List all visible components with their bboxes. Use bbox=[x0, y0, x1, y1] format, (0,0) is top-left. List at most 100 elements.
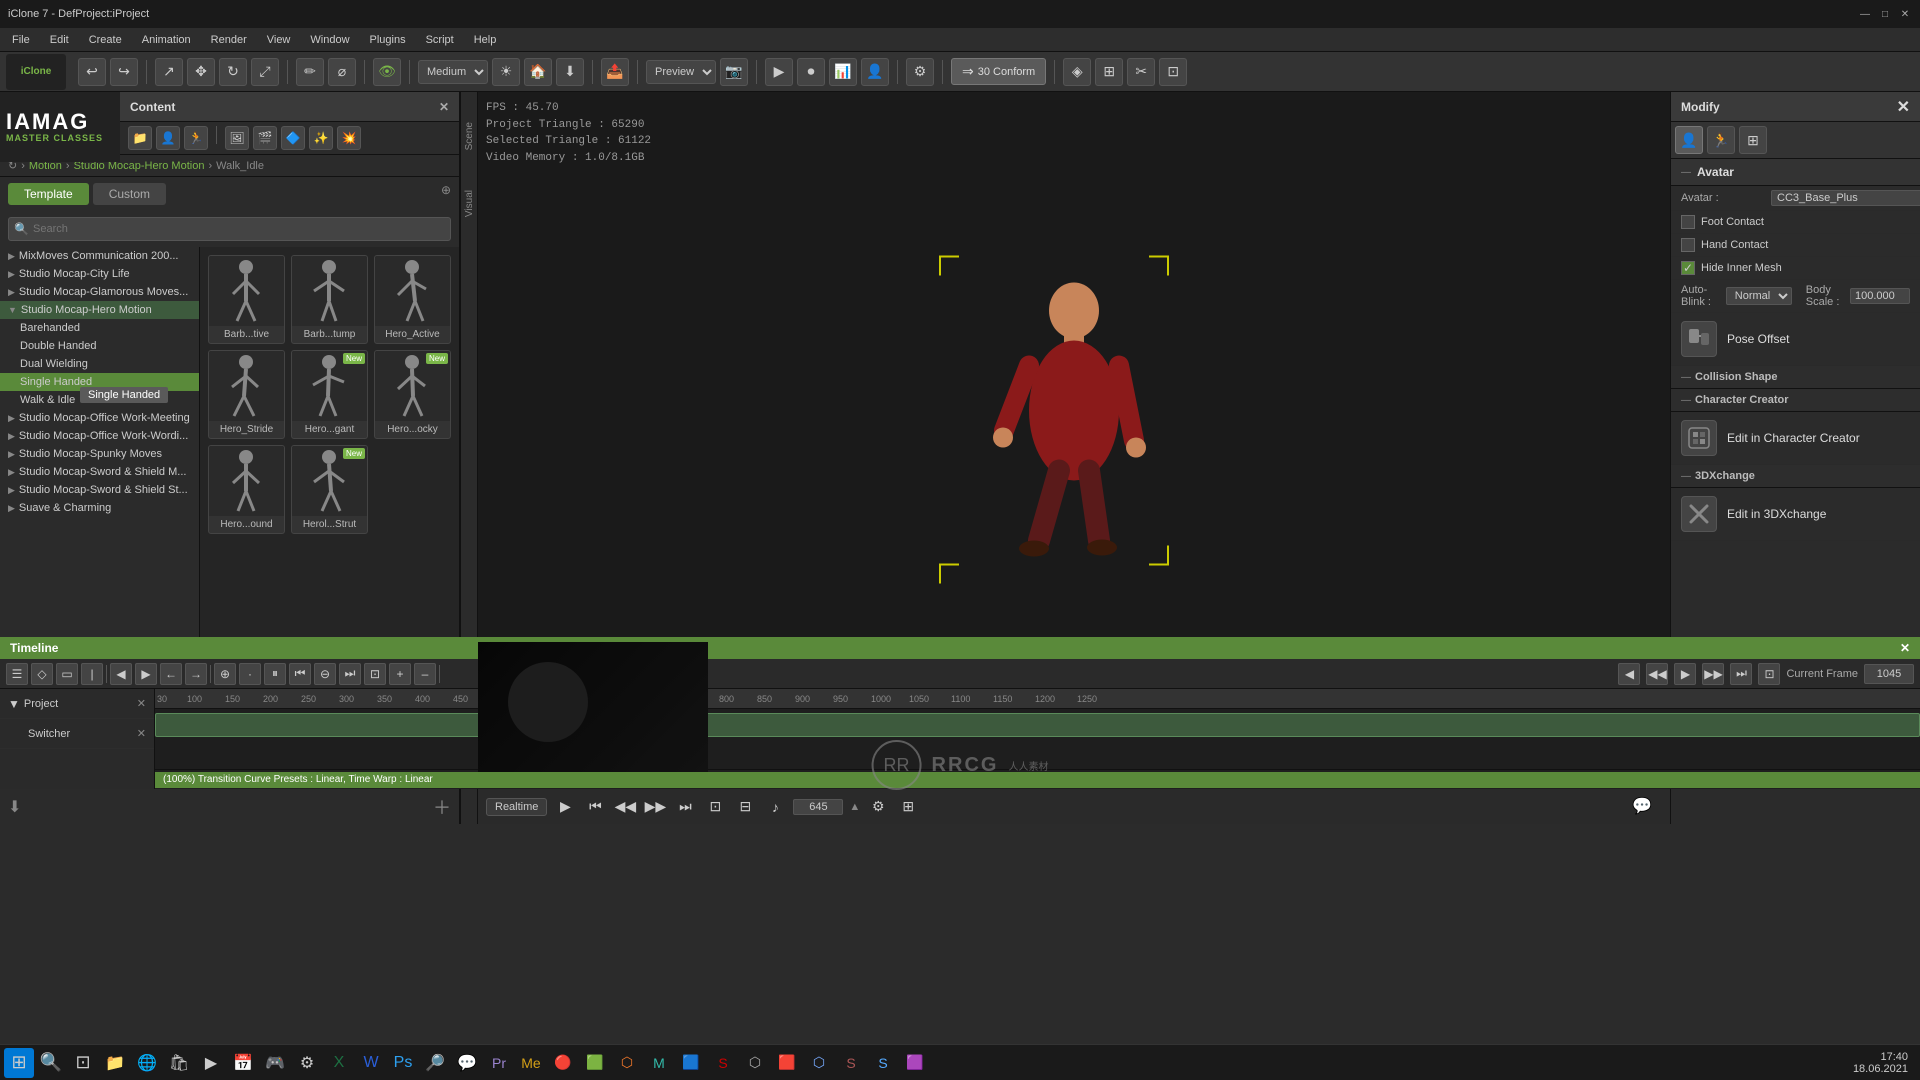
mod-tab-grid[interactable]: ⊞ bbox=[1739, 126, 1767, 154]
quality-select[interactable]: Medium bbox=[418, 60, 488, 84]
extra1-btn[interactable]: ◈ bbox=[1063, 58, 1091, 86]
maximize-button[interactable]: □ bbox=[1878, 7, 1892, 21]
next-end-button[interactable]: ⏭ bbox=[673, 795, 697, 819]
search-tb-icon[interactable]: 🔍 bbox=[36, 1048, 66, 1078]
conform-button[interactable]: ⇒ 30 Conform bbox=[951, 58, 1046, 85]
body-scale-value[interactable] bbox=[1850, 288, 1910, 304]
photoshop-icon[interactable]: Ps bbox=[388, 1048, 418, 1078]
right-panel-close[interactable]: ✕ bbox=[1897, 97, 1910, 117]
grid-item-herround[interactable]: Hero...ound bbox=[208, 445, 285, 534]
hand-contact-checkbox[interactable] bbox=[1681, 238, 1695, 252]
redo-button[interactable]: ↪ bbox=[110, 58, 138, 86]
particle-icon[interactable]: ✨ bbox=[309, 126, 333, 150]
tl-zoom-in[interactable]: ⊕ bbox=[214, 663, 236, 685]
draw-tool[interactable]: ✏ bbox=[296, 58, 324, 86]
tl-zoom-out[interactable]: ⊖ bbox=[314, 663, 336, 685]
tl-clip-btn[interactable]: ▭ bbox=[56, 663, 78, 685]
tl-end-btn[interactable]: ⏭ bbox=[339, 663, 361, 685]
menu-help[interactable]: Help bbox=[470, 32, 501, 48]
menu-file[interactable]: File bbox=[8, 32, 34, 48]
media-encoder-icon[interactable]: Me bbox=[516, 1048, 546, 1078]
media-icon[interactable]: ▶ bbox=[196, 1048, 226, 1078]
search-input[interactable] bbox=[8, 217, 451, 241]
filter-icon[interactable]: ⊕ bbox=[441, 183, 451, 205]
view-eye[interactable]: 👁 bbox=[373, 58, 401, 86]
motion-icon[interactable]: 🏃 bbox=[184, 126, 208, 150]
menu-render[interactable]: Render bbox=[207, 32, 251, 48]
record-btn[interactable]: ⏺ bbox=[797, 58, 825, 86]
content-close[interactable]: ✕ bbox=[439, 100, 449, 114]
visual-vtab[interactable]: Visual bbox=[464, 190, 475, 217]
timeline-close[interactable]: ✕ bbox=[1900, 641, 1910, 655]
tree-item-office-meeting[interactable]: ▶ Studio Mocap-Office Work-Meeting bbox=[0, 409, 199, 427]
tl-add-key-btn[interactable]: + bbox=[389, 663, 411, 685]
tree-item-doublehanded[interactable]: Double Handed bbox=[0, 337, 199, 355]
next-frame-button[interactable]: ▶▶ bbox=[643, 795, 667, 819]
current-frame-input[interactable] bbox=[1864, 664, 1914, 684]
app4-icon[interactable]: S bbox=[708, 1048, 738, 1078]
export-btn[interactable]: 📤 bbox=[601, 58, 629, 86]
tl-dot[interactable]: · bbox=[239, 663, 261, 685]
mod-tab-avatar[interactable]: 👤 bbox=[1675, 126, 1703, 154]
avatar-value[interactable] bbox=[1771, 190, 1920, 206]
project-clip[interactable] bbox=[155, 713, 1920, 737]
auto-blink-select[interactable]: Normal bbox=[1726, 287, 1792, 305]
hide-inner-mesh-checkbox[interactable]: ✓ bbox=[1681, 261, 1695, 275]
excel-icon[interactable]: X bbox=[324, 1048, 354, 1078]
game-btn[interactable]: ▶ bbox=[765, 58, 793, 86]
tl-key-btn[interactable]: ◇ bbox=[31, 663, 53, 685]
tl-next-frame2[interactable]: ▶▶ bbox=[1702, 663, 1724, 685]
tl-menu-btn[interactable]: ☰ bbox=[6, 663, 28, 685]
close-button[interactable]: ✕ bbox=[1898, 7, 1912, 21]
chat-icon[interactable]: 💬 bbox=[1632, 796, 1652, 816]
tree-item-spunky[interactable]: ▶ Studio Mocap-Spunky Moves bbox=[0, 445, 199, 463]
xbox-icon[interactable]: 🎮 bbox=[260, 1048, 290, 1078]
folder-icon[interactable]: 📁 bbox=[128, 126, 152, 150]
tree-item-dualwielding[interactable]: Dual Wielding bbox=[0, 355, 199, 373]
app5-icon[interactable]: ⬡ bbox=[740, 1048, 770, 1078]
windows-icon[interactable]: ⊞ bbox=[4, 1048, 34, 1078]
blender-icon[interactable]: ⬡ bbox=[612, 1048, 642, 1078]
app8-icon[interactable]: S bbox=[836, 1048, 866, 1078]
chart-btn[interactable]: 📊 bbox=[829, 58, 857, 86]
tree-item-citylife[interactable]: ▶ Studio Mocap-City Life bbox=[0, 265, 199, 283]
search2-icon[interactable]: 🔎 bbox=[420, 1048, 450, 1078]
menu-edit[interactable]: Edit bbox=[46, 32, 73, 48]
settings-vp-button[interactable]: ⚙ bbox=[866, 795, 890, 819]
camera2-btn[interactable]: 📷 bbox=[720, 58, 748, 86]
project-close-icon[interactable]: ✕ bbox=[137, 697, 146, 710]
grid-item-heroocky[interactable]: New bbox=[374, 350, 451, 439]
menu-animation[interactable]: Animation bbox=[138, 32, 195, 48]
light-btn[interactable]: ☀ bbox=[492, 58, 520, 86]
collision-section-header[interactable]: — Collision Shape bbox=[1671, 366, 1920, 389]
tl-prev-btn[interactable]: ◀ bbox=[110, 663, 132, 685]
realtime-button[interactable]: Realtime bbox=[486, 798, 547, 816]
tree-item-suave[interactable]: ▶ Suave & Charming bbox=[0, 499, 199, 517]
3dx-section-header[interactable]: — 3DXchange bbox=[1671, 465, 1920, 488]
grid-item-herogant[interactable]: New bbox=[291, 350, 368, 439]
tl-prev2-btn[interactable]: ⏮ bbox=[289, 663, 311, 685]
grid-item-herostride[interactable]: Hero_Stride bbox=[208, 350, 285, 439]
extra4-btn[interactable]: ⊡ bbox=[1159, 58, 1187, 86]
task-view-icon[interactable]: ⊡ bbox=[68, 1048, 98, 1078]
minimize-button[interactable]: — bbox=[1858, 7, 1872, 21]
browser-icon[interactable]: 🌐 bbox=[132, 1048, 162, 1078]
grid-item-barbtive[interactable]: Barb...tive bbox=[208, 255, 285, 344]
avatar-section-header[interactable]: — Avatar bbox=[1671, 159, 1920, 186]
window-controls[interactable]: — □ ✕ bbox=[1858, 7, 1912, 21]
mod-tab-motion[interactable]: 🏃 bbox=[1707, 126, 1735, 154]
move-tool[interactable]: ✥ bbox=[187, 58, 215, 86]
tree-item-sword-s[interactable]: ▶ Studio Mocap-Sword & Shield St... bbox=[0, 481, 199, 499]
menu-plugins[interactable]: Plugins bbox=[366, 32, 410, 48]
frame-spinner-up[interactable]: ▲ bbox=[849, 801, 860, 813]
app6-icon[interactable]: 🟥 bbox=[772, 1048, 802, 1078]
shape-icon[interactable]: 🔷 bbox=[281, 126, 305, 150]
tl-pause-btn[interactable]: ⏸ bbox=[264, 663, 286, 685]
chat-tb-icon[interactable]: 💬 bbox=[452, 1048, 482, 1078]
menu-window[interactable]: Window bbox=[306, 32, 353, 48]
edit-in-cc-button[interactable]: Edit in Character Creator bbox=[1671, 412, 1920, 465]
foot-contact-checkbox[interactable] bbox=[1681, 215, 1695, 229]
tl-del-key-btn[interactable]: – bbox=[414, 663, 436, 685]
switcher-close-icon[interactable]: ✕ bbox=[137, 727, 146, 740]
tree-item-glamorous[interactable]: ▶ Studio Mocap-Glamorous Moves... bbox=[0, 283, 199, 301]
